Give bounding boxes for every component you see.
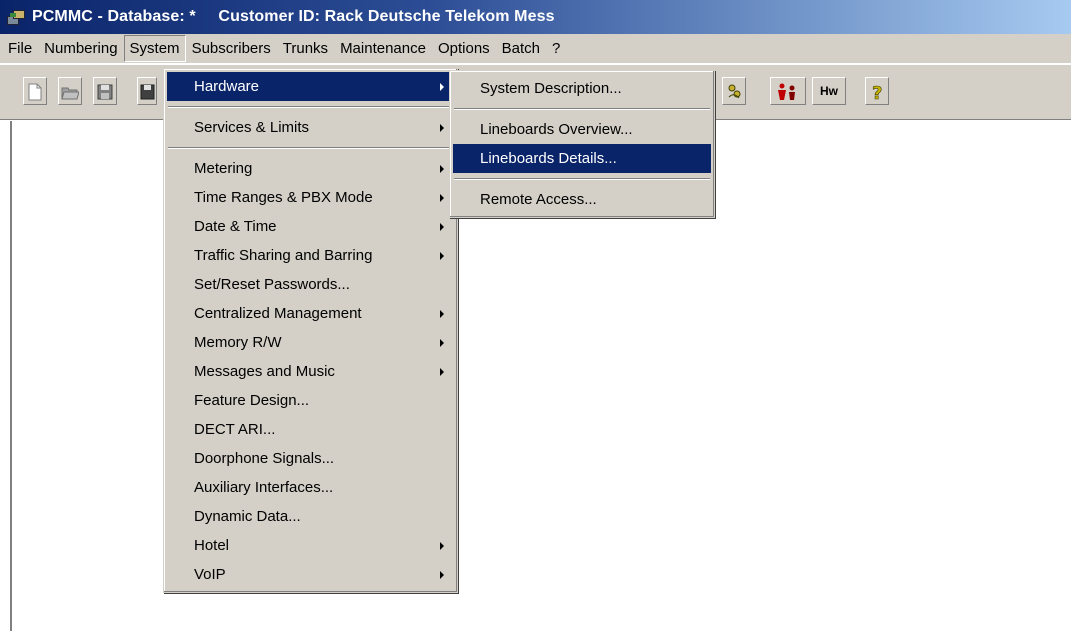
- save-as-button[interactable]: [137, 77, 157, 105]
- menu-options[interactable]: Options: [432, 35, 496, 62]
- menu-numbering[interactable]: Numbering: [38, 35, 123, 62]
- menu-separator: [167, 101, 454, 113]
- network-icon: [728, 84, 741, 99]
- new-document-icon: [28, 83, 42, 101]
- menu-item-label: Doorphone Signals...: [194, 450, 335, 467]
- menu-item-set-reset-passwords[interactable]: Set/Reset Passwords...: [167, 270, 454, 299]
- submenu-arrow-icon: [440, 83, 444, 91]
- network-button[interactable]: [722, 77, 746, 105]
- help-icon: ?: [872, 83, 883, 102]
- subscriber-icon: [778, 83, 795, 100]
- menu-item-label: Remote Access...: [480, 191, 597, 208]
- menu-item-doorphone-signals[interactable]: Doorphone Signals...: [167, 444, 454, 473]
- workspace-border: [10, 121, 12, 631]
- menu-item-label: Memory R/W: [194, 334, 282, 351]
- menu-separator: [453, 173, 711, 185]
- menu-item-remote-access[interactable]: Remote Access...: [453, 185, 711, 214]
- title-bar[interactable]: PCMMC - Database: * Customer ID: Rack De…: [0, 0, 1071, 34]
- menu-item-messages-music[interactable]: Messages and Music: [167, 357, 454, 386]
- menu-item-lineboards-overview[interactable]: Lineboards Overview...: [453, 115, 711, 144]
- svg-text:?: ?: [872, 83, 882, 102]
- menu-item-traffic-sharing[interactable]: Traffic Sharing and Barring: [167, 241, 454, 270]
- save-icon: [97, 84, 113, 100]
- submenu-arrow-icon: [440, 310, 444, 318]
- app-icon: [6, 7, 26, 27]
- menu-item-date-time[interactable]: Date & Time: [167, 212, 454, 241]
- subscriber-button[interactable]: [770, 77, 806, 105]
- menu-item-label: Hotel: [194, 537, 230, 554]
- menu-item-services-limits[interactable]: Services & Limits: [167, 113, 454, 142]
- menu-item-time-ranges[interactable]: Time Ranges & PBX Mode: [167, 183, 454, 212]
- menu-item-voip[interactable]: VoIP: [167, 560, 454, 589]
- submenu-arrow-icon: [440, 165, 444, 173]
- menu-item-label: DECT ARI...: [194, 421, 276, 438]
- menu-item-label: Metering: [194, 160, 253, 177]
- submenu-arrow-icon: [440, 223, 444, 231]
- hardware-button[interactable]: Hw: [812, 77, 846, 105]
- menu-item-label: Set/Reset Passwords...: [194, 276, 350, 293]
- hardware-submenu: System Description... Lineboards Overvie…: [449, 70, 715, 218]
- menu-maintenance[interactable]: Maintenance: [334, 35, 432, 62]
- hardware-icon: Hw: [820, 84, 838, 98]
- menu-item-metering[interactable]: Metering: [167, 154, 454, 183]
- submenu-arrow-icon: [440, 194, 444, 202]
- menu-item-label: Centralized Management: [194, 305, 362, 322]
- menu-item-label: Time Ranges & PBX Mode: [194, 189, 373, 206]
- save-button[interactable]: [93, 77, 117, 105]
- submenu-arrow-icon: [440, 571, 444, 579]
- system-menu: Hardware Services & Limits Metering Time…: [163, 68, 458, 593]
- menu-system[interactable]: System: [123, 35, 186, 62]
- app-window: PCMMC - Database: * Customer ID: Rack De…: [0, 0, 1071, 631]
- menu-item-label: Traffic Sharing and Barring: [194, 247, 373, 264]
- menu-item-label: Date & Time: [194, 218, 277, 235]
- menu-item-label: Lineboards Overview...: [480, 121, 633, 138]
- menu-item-label: Services & Limits: [194, 119, 310, 136]
- new-document-button[interactable]: [23, 77, 47, 105]
- open-folder-icon: [61, 87, 79, 100]
- menu-item-label: VoIP: [194, 566, 226, 583]
- help-button[interactable]: ?: [865, 77, 889, 105]
- menu-item-label: Feature Design...: [194, 392, 310, 409]
- menu-item-auxiliary-interfaces[interactable]: Auxiliary Interfaces...: [167, 473, 454, 502]
- submenu-arrow-icon: [440, 252, 444, 260]
- menu-item-feature-design[interactable]: Feature Design...: [167, 386, 454, 415]
- menu-subscribers[interactable]: Subscribers: [186, 35, 277, 62]
- menu-help[interactable]: ?: [546, 35, 566, 62]
- window-title: PCMMC - Database: * Customer ID: Rack De…: [32, 8, 555, 25]
- menu-item-label: Auxiliary Interfaces...: [194, 479, 334, 496]
- submenu-arrow-icon: [440, 542, 444, 550]
- menu-item-label: Dynamic Data...: [194, 508, 301, 525]
- menu-item-hardware[interactable]: Hardware: [167, 72, 454, 101]
- menu-item-label: Hardware: [194, 78, 260, 95]
- save-as-icon: [140, 84, 155, 100]
- menu-item-centralized-management[interactable]: Centralized Management: [167, 299, 454, 328]
- open-button[interactable]: [58, 77, 82, 105]
- menu-item-label: Messages and Music: [194, 363, 335, 380]
- submenu-arrow-icon: [440, 368, 444, 376]
- menu-item-label: Lineboards Details...: [480, 150, 617, 167]
- menu-batch[interactable]: Batch: [496, 35, 546, 62]
- menu-item-hotel[interactable]: Hotel: [167, 531, 454, 560]
- menu-trunks[interactable]: Trunks: [277, 35, 334, 62]
- menu-separator: [167, 142, 454, 154]
- submenu-arrow-icon: [440, 339, 444, 347]
- menu-item-lineboards-details[interactable]: Lineboards Details...: [453, 144, 711, 173]
- menu-item-dect-ari[interactable]: DECT ARI...: [167, 415, 454, 444]
- menu-item-dynamic-data[interactable]: Dynamic Data...: [167, 502, 454, 531]
- menu-item-memory-rw[interactable]: Memory R/W: [167, 328, 454, 357]
- menu-item-system-description[interactable]: System Description...: [453, 74, 711, 103]
- submenu-arrow-icon: [440, 124, 444, 132]
- menu-file[interactable]: File: [2, 35, 38, 62]
- menu-separator: [453, 103, 711, 115]
- menu-bar: File Numbering System Subscribers Trunks…: [0, 34, 1071, 64]
- menu-item-label: System Description...: [480, 80, 622, 97]
